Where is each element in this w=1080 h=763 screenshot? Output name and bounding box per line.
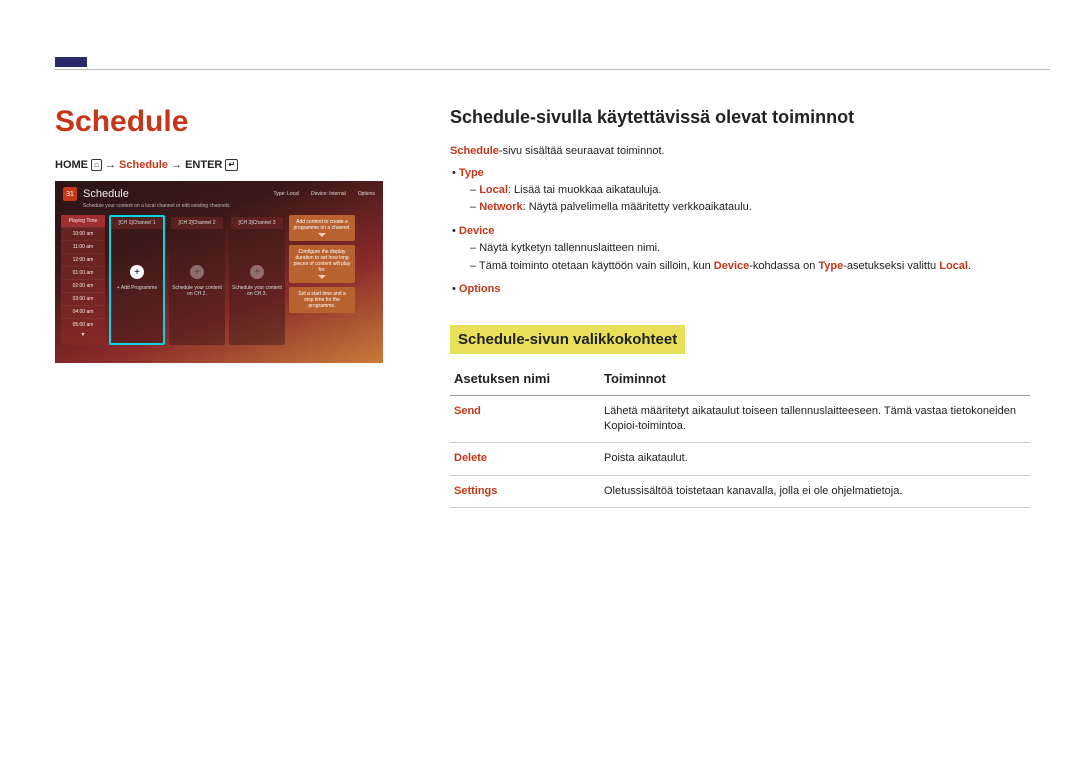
schedule-screenshot: 31 Schedule Type: Local Device: Internal…: [55, 181, 383, 363]
note-type-kw: Type: [818, 260, 843, 272]
setting-func: Poista aikataulut.: [600, 443, 1030, 475]
time-slot: 03:00 am: [61, 292, 105, 305]
breadcrumb: HOME ⌂ → Schedule → ENTER ↵: [55, 159, 385, 171]
add-icon: +: [130, 265, 144, 279]
col-functions: Toiminnot: [600, 364, 1030, 395]
side-card: Set a start time and a stop time for the…: [289, 287, 355, 313]
function-item-device: Device Näytä kytketyn tallennuslaitteen …: [452, 224, 1030, 274]
device-label: Device: [459, 225, 494, 237]
table-row: Send Lähetä määritetyt aikataulut toisee…: [450, 395, 1030, 443]
side-cards: Add content to create a programme on a c…: [289, 215, 355, 345]
time-slot: 02:00 am: [61, 279, 105, 292]
function-item-type: Type Local: Lisää tai muokkaa aikatauluj…: [452, 166, 1030, 216]
breadcrumb-arrow-2: →: [171, 159, 185, 171]
channel-header: [CH 2]Channel 2: [171, 217, 223, 229]
note-device-kw: Device: [714, 260, 749, 272]
intro-text: -sivu sisältää seuraavat toiminnot.: [499, 145, 665, 157]
functions-heading: Schedule-sivulla käytettävissä olevat to…: [450, 105, 1030, 130]
channel-header: [CH 3]Channel 3: [231, 217, 283, 229]
breadcrumb-enter: ENTER: [185, 159, 222, 171]
side-card-text: Set a start time and a stop time for the…: [298, 291, 346, 309]
chevron-down-icon: [318, 233, 326, 237]
shot-options: Options: [358, 191, 375, 197]
device-sub-list: Näytä kytketyn tallennuslaitteen nimi. T…: [470, 241, 1030, 274]
setting-func: Lähetä määritetyt aikataulut toiseen tal…: [600, 395, 1030, 443]
local-keyword: Local: [479, 184, 508, 196]
device-sub-plain: Näytä kytketyn tallennuslaitteen nimi.: [470, 241, 1030, 256]
setting-name: Send: [450, 395, 600, 443]
device-sub-note: Tämä toiminto otetaan käyttöön vain sill…: [470, 259, 1030, 274]
shot-header: 31 Schedule Type: Local Device: Internal…: [55, 181, 383, 203]
side-card-text: Configure the display duration to set ho…: [294, 249, 351, 273]
note-pre: Tämä toiminto otetaan käyttöön vain sill…: [479, 260, 714, 272]
channel-label: Schedule your content on CH 3.: [231, 285, 283, 297]
table-row: Settings Oletussisältöä toistetaan kanav…: [450, 475, 1030, 507]
side-card: Add content to create a programme on a c…: [289, 215, 355, 241]
side-card: Configure the display duration to set ho…: [289, 245, 355, 283]
page-title: Schedule: [55, 105, 385, 139]
time-slot: 12:00 am: [61, 253, 105, 266]
time-slot: 01:00 am: [61, 266, 105, 279]
breadcrumb-home: HOME: [55, 159, 88, 171]
table-header-row: Asetuksen nimi Toiminnot: [450, 364, 1030, 395]
time-slot: 10:00 am: [61, 227, 105, 240]
channel-column-3: [CH 3]Channel 3 + Schedule your content …: [229, 215, 285, 345]
channel-column-1: [CH 1]Channel 1 + + Add Programme: [109, 215, 165, 345]
left-column: Schedule HOME ⌂ → Schedule → ENTER ↵ 31 …: [55, 105, 385, 363]
time-slot: 11:00 am: [61, 240, 105, 253]
top-divider: [55, 69, 1050, 70]
time-slot: 04:00 am: [61, 305, 105, 318]
setting-func: Oletussisältöä toistetaan kanavalla, jol…: [600, 475, 1030, 507]
menu-items-heading: Schedule-sivun valikkokohteet: [450, 325, 685, 354]
add-icon: +: [250, 265, 264, 279]
header-accent-block: [55, 57, 87, 67]
options-label: Options: [459, 283, 501, 295]
type-sub-local: Local: Lisää tai muokkaa aikatauluja.: [470, 183, 1030, 198]
calendar-icon: 31: [63, 187, 77, 201]
function-item-options: Options: [452, 282, 1030, 297]
note-local-kw: Local: [939, 260, 968, 272]
chevron-down-icon: [318, 275, 326, 279]
col-setting-name: Asetuksen nimi: [450, 364, 600, 395]
note-mid: -kohdassa on: [749, 260, 818, 272]
channel-column-2: [CH 2]Channel 2 + Schedule your content …: [169, 215, 225, 345]
type-sub-list: Local: Lisää tai muokkaa aikatauluja. Ne…: [470, 183, 1030, 216]
setting-name: Settings: [450, 475, 600, 507]
local-text: : Lisää tai muokkaa aikatauluja.: [508, 184, 661, 196]
time-header: Playing Time: [61, 215, 105, 227]
options-table: Asetuksen nimi Toiminnot Send Lähetä mää…: [450, 364, 1030, 508]
network-text: : Näytä palvelimella määritetty verkkoai…: [523, 201, 752, 213]
channel-label: Schedule your content on CH 2.: [171, 285, 223, 297]
shot-subtitle: Schedule your content on a local channel…: [55, 203, 383, 215]
shot-top-right: Type: Local Device: Internal Options: [273, 191, 375, 197]
function-list: Type Local: Lisää tai muokkaa aikatauluj…: [452, 166, 1030, 298]
type-sub-network: Network: Näytä palvelimella määritetty v…: [470, 200, 1030, 215]
add-icon: +: [190, 265, 204, 279]
channel-label: + Add Programme: [111, 285, 163, 291]
enter-icon: ↵: [225, 159, 238, 171]
type-label: Type: [459, 167, 484, 179]
breadcrumb-arrow-1: →: [105, 159, 119, 171]
time-column: Playing Time 10:00 am 11:00 am 12:00 am …: [61, 215, 105, 345]
channel-header: [CH 1]Channel 1: [111, 217, 163, 229]
note-mid2: -asetukseksi valittu: [843, 260, 939, 272]
network-keyword: Network: [479, 201, 522, 213]
right-column: Schedule-sivulla käytettävissä olevat to…: [450, 105, 1030, 508]
time-slot: 05:00 am: [61, 318, 105, 331]
shot-body: Playing Time 10:00 am 11:00 am 12:00 am …: [55, 215, 383, 345]
intro-paragraph: Schedule-sivu sisältää seuraavat toiminn…: [450, 144, 1030, 159]
shot-device: Device: Internal: [311, 191, 346, 197]
home-icon: ⌂: [91, 159, 102, 171]
shot-type: Type: Local: [273, 191, 299, 197]
side-card-text: Add content to create a programme on a c…: [294, 219, 351, 231]
time-scroll-down-icon: ▾: [61, 331, 105, 338]
note-end: .: [968, 260, 971, 272]
table-row: Delete Poista aikataulut.: [450, 443, 1030, 475]
intro-keyword: Schedule: [450, 145, 499, 157]
breadcrumb-schedule: Schedule: [119, 159, 168, 171]
setting-name: Delete: [450, 443, 600, 475]
shot-title: Schedule: [83, 188, 129, 200]
